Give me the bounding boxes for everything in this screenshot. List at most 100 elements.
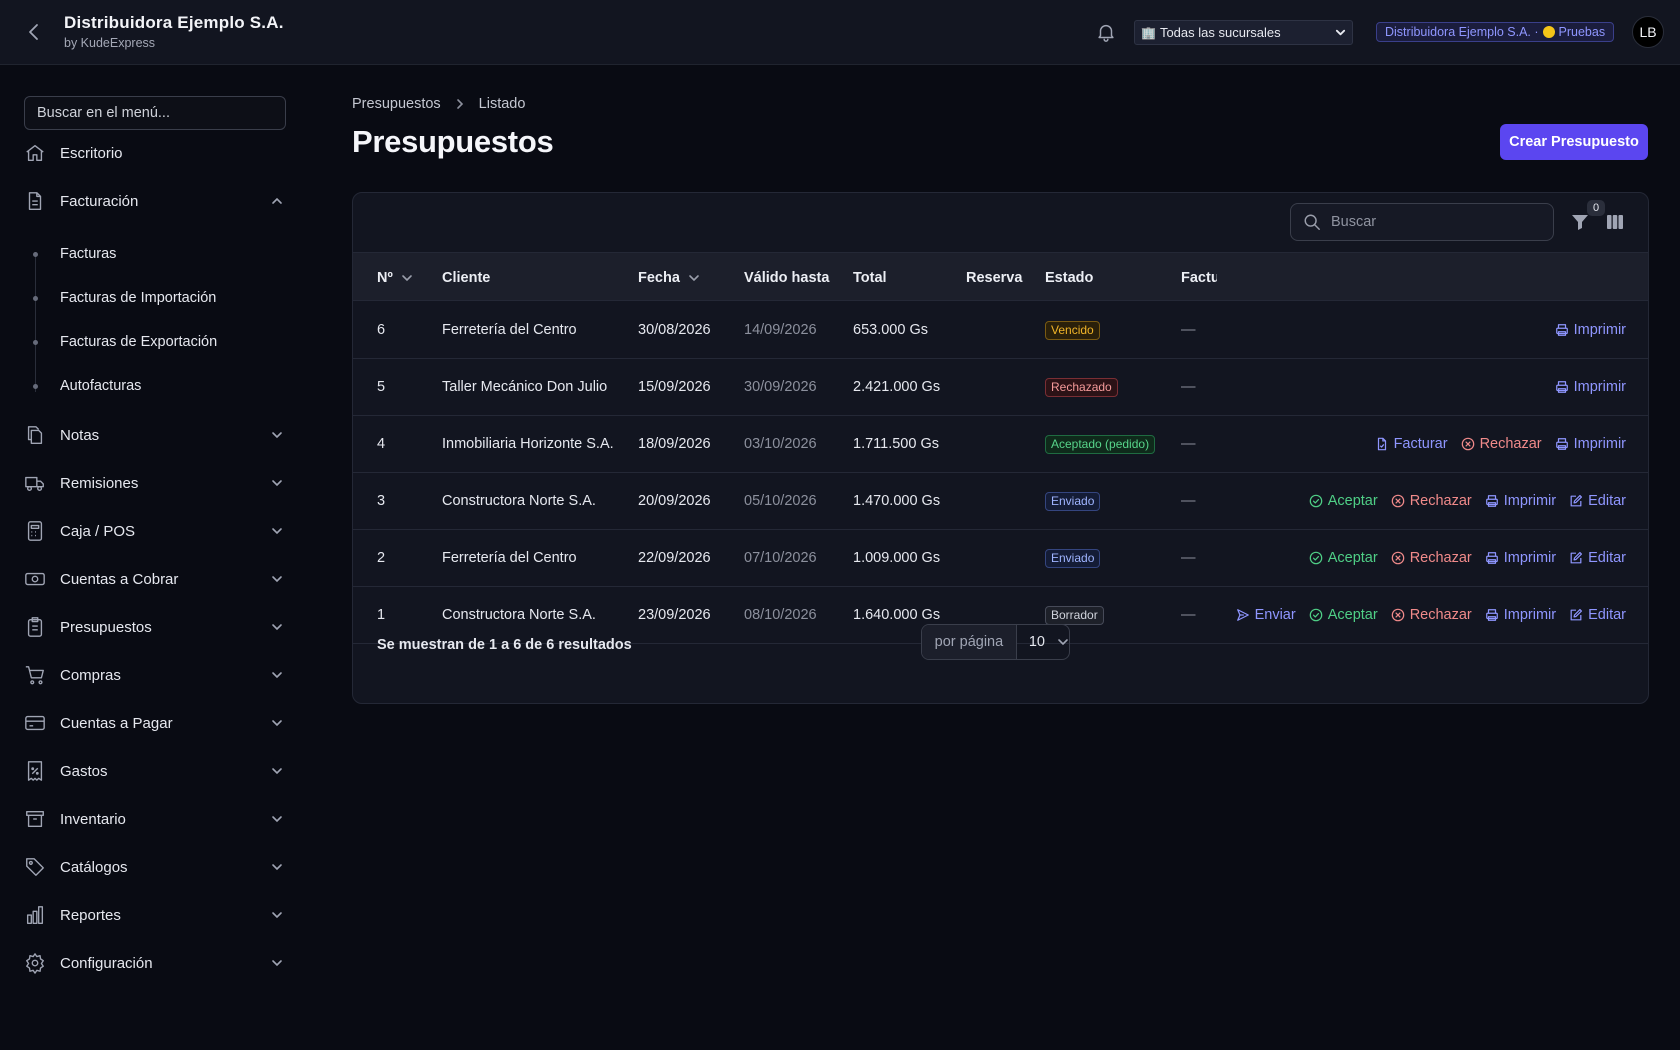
accept-button[interactable]: Aceptar [1309, 550, 1378, 566]
sidebar-item-label: Cuentas a Pagar [60, 714, 173, 732]
print-button[interactable]: Imprimir [1555, 436, 1626, 452]
back-arrow-icon[interactable] [22, 20, 46, 44]
sidebar-item-reportes[interactable]: Reportes [24, 899, 286, 931]
breadcrumb-presupuestos[interactable]: Presupuestos [352, 96, 441, 112]
action-label: Imprimir [1573, 322, 1626, 338]
reject-button[interactable]: Rechazar [1391, 607, 1472, 623]
action-label: Imprimir [1573, 379, 1626, 395]
company-name: Distribuidora Ejemplo S.A. [64, 13, 284, 32]
status-badge: Enviado [1045, 491, 1101, 511]
sidebar-item-configuracion[interactable]: Configuración [24, 947, 286, 979]
action-label: Facturar [1393, 436, 1448, 452]
chevron-down-icon [270, 812, 284, 826]
sidebar-subitem-label: Facturas [60, 246, 117, 262]
row-actions: Enviar Aceptar Rechazar Imprimir Editar [1236, 587, 1626, 643]
cell-numero: 2 [377, 550, 386, 566]
cell-total: 1.711.500 Gs [853, 436, 939, 452]
avatar[interactable]: LB [1632, 16, 1664, 48]
edit-button[interactable]: Editar [1569, 493, 1626, 509]
table-search-input[interactable] [1331, 214, 1531, 230]
reject-button[interactable]: Rechazar [1391, 550, 1472, 566]
accept-button[interactable]: Aceptar [1309, 607, 1378, 623]
edit-button[interactable]: Editar [1569, 607, 1626, 623]
cell-factura: — [1181, 493, 1196, 509]
sidebar-item-notas[interactable]: Notas [24, 419, 286, 451]
sidebar-subitem-label: Autofacturas [60, 378, 142, 394]
column-header-fecha[interactable]: Fecha [638, 253, 700, 302]
sidebar-subitem-facturas[interactable]: Facturas [24, 241, 286, 267]
edit-button[interactable]: Editar [1569, 550, 1626, 566]
accept-button[interactable]: Aceptar [1309, 493, 1378, 509]
column-header-label: Fecha [638, 269, 680, 286]
table-row: 2 Ferretería del Centro 22/09/2026 07/10… [353, 530, 1648, 587]
receipt-icon [24, 760, 46, 782]
per-page-label: por página [922, 625, 1017, 659]
edit-icon [1569, 494, 1583, 508]
x-circle-icon [1391, 551, 1405, 565]
chevron-down-icon [270, 572, 284, 586]
sidebar-subitem-autofacturas[interactable]: Autofacturas [24, 373, 286, 399]
action-label: Imprimir [1503, 493, 1557, 509]
sidebar-item-inventario[interactable]: Inventario [24, 803, 286, 835]
sidebar-item-remisiones[interactable]: Remisiones [24, 467, 286, 499]
action-label: Imprimir [1573, 436, 1626, 452]
branch-select[interactable]: 🏢 Todas las sucursales [1134, 20, 1353, 45]
sidebar-item-cuentas-pagar[interactable]: Cuentas a Pagar [24, 707, 286, 739]
table-search[interactable] [1290, 203, 1554, 241]
chevron-down-icon [270, 956, 284, 970]
bell-icon[interactable] [1095, 21, 1117, 43]
create-budget-button[interactable]: Crear Presupuesto [1500, 124, 1648, 160]
sidebar-item-presupuestos[interactable]: Presupuestos [24, 611, 286, 643]
sidebar-subitem-facturas-importacion[interactable]: Facturas de Importación [24, 285, 286, 311]
print-button[interactable]: Imprimir [1485, 493, 1556, 509]
sort-chevron-icon [401, 272, 413, 284]
sidebar-item-caja-pos[interactable]: Caja / POS [24, 515, 286, 547]
credit-card-icon [24, 712, 46, 734]
invoice-button[interactable]: Facturar [1375, 436, 1448, 452]
cell-factura: — [1181, 379, 1196, 395]
row-actions: Aceptar Rechazar Imprimir Editar [1309, 473, 1626, 529]
column-header-numero[interactable]: Nº [377, 253, 413, 302]
sidebar-item-catalogos[interactable]: Catálogos [24, 851, 286, 883]
document-icon [24, 190, 46, 212]
chevron-down-icon [1335, 27, 1346, 38]
brand: Distribuidora Ejemplo S.A. by KudeExpres… [64, 13, 284, 50]
chevron-down-icon [270, 668, 284, 682]
send-button[interactable]: Enviar [1236, 607, 1296, 623]
cell-valido-hasta: 14/09/2026 [744, 322, 817, 338]
cell-numero: 3 [377, 493, 386, 509]
table-row: 4 Inmobiliaria Horizonte S.A. 18/09/2026… [353, 416, 1648, 473]
cell-valido-hasta: 07/10/2026 [744, 550, 817, 566]
filter-icon[interactable] [1570, 212, 1590, 232]
sidebar-item-gastos[interactable]: Gastos [24, 755, 286, 787]
action-label: Rechazar [1409, 550, 1472, 566]
sidebar-subitem-label: Facturas de Exportación [60, 334, 218, 350]
sidebar-subitem-facturas-exportacion[interactable]: Facturas de Exportación [24, 329, 286, 355]
print-button[interactable]: Imprimir [1555, 322, 1626, 338]
cell-factura: — [1181, 550, 1196, 566]
env-company: Distribuidora Ejemplo S.A. · [1385, 25, 1539, 39]
sidebar-item-escritorio[interactable]: Escritorio [24, 137, 286, 169]
cell-fecha: 30/08/2026 [638, 322, 711, 338]
sidebar-item-compras[interactable]: Compras [24, 659, 286, 691]
columns-icon[interactable] [1605, 212, 1625, 232]
cell-fecha: 15/09/2026 [638, 379, 711, 395]
chevron-down-icon [270, 860, 284, 874]
reject-button[interactable]: Rechazar [1391, 493, 1472, 509]
reject-button[interactable]: Rechazar [1461, 436, 1542, 452]
print-button[interactable]: Imprimir [1485, 607, 1556, 623]
sidebar-item-label: Catálogos [60, 858, 128, 876]
menu-search-input[interactable] [24, 96, 286, 130]
print-button[interactable]: Imprimir [1555, 379, 1626, 395]
bullet-icon [33, 339, 38, 345]
print-button[interactable]: Imprimir [1485, 550, 1556, 566]
sidebar-item-label: Notas [60, 426, 100, 444]
printer-icon [1555, 380, 1569, 394]
x-circle-icon [1391, 494, 1405, 508]
budgets-table-card: 0 Nº Cliente Fecha Válido hasta Total Re… [352, 192, 1649, 704]
per-page-select[interactable]: 10 [1017, 625, 1069, 659]
sidebar-item-facturacion[interactable]: Facturación [24, 185, 286, 217]
sidebar-item-cuentas-cobrar[interactable]: Cuentas a Cobrar [24, 563, 286, 595]
sort-chevron-icon [688, 272, 700, 284]
row-actions: Imprimir [1555, 302, 1626, 358]
